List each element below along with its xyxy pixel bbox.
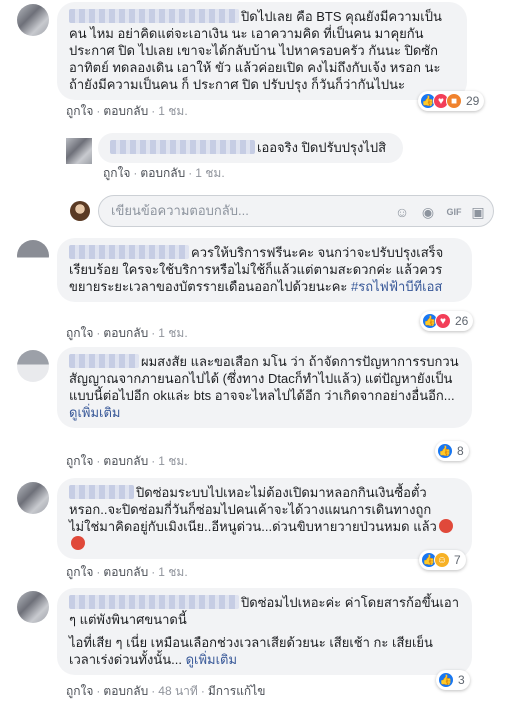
reaction-summary[interactable]: 👍 ☺ 7 (419, 550, 466, 570)
comment-bubble: ปิดซ่อมระบบไปเหอะไม่ต้องเปิดมาหลอกกินเงิ… (57, 478, 472, 559)
comment-text: เออจริง ปิดปรับปรุงไปสิ (257, 140, 387, 155)
commenter-name[interactable] (69, 595, 239, 609)
reaction-summary[interactable]: 👍 3 (436, 670, 470, 690)
timestamp[interactable]: 1 ชม. (158, 454, 187, 468)
avatar[interactable] (66, 138, 92, 164)
reply-link[interactable]: ตอบกลับ (140, 166, 185, 180)
see-more-link[interactable]: ดูเพิ่มเติม (186, 652, 237, 667)
edited-label[interactable]: มีการแก้ไข (208, 684, 266, 698)
reaction-count: 3 (458, 673, 465, 687)
avatar[interactable] (17, 591, 49, 623)
reply-input[interactable] (111, 203, 411, 218)
love-reaction-icon: ♥ (435, 313, 451, 329)
avatar[interactable] (17, 4, 49, 36)
comment-bubble: ควรให้บริการฟรีนะคะ จนกว่าจะปรับปรุงเสร็… (57, 238, 472, 302)
timestamp[interactable]: 1 ชม. (158, 326, 187, 340)
see-more-link[interactable]: ดูเพิ่มเติม (69, 405, 120, 420)
reaction-count: 7 (454, 553, 461, 567)
hashtag-link[interactable]: #รถไฟฟ้าบีทีเอส (351, 279, 442, 294)
reaction-summary[interactable]: 👍 ♥ 26 (420, 311, 474, 331)
timestamp[interactable]: 48 นาที (158, 684, 198, 698)
avatar[interactable] (17, 350, 49, 382)
comment-bubble: ผมสงสัย และขอเสือก มโน ว่า ถ้าจัดการปัญห… (57, 347, 472, 428)
reply-link[interactable]: ตอบกลับ (103, 326, 148, 340)
comment-actions: ถูกใจ · ตอบกลับ · 48 นาที · มีการแก้ไข (66, 684, 266, 698)
reply-link[interactable]: ตอบกลับ (103, 684, 148, 698)
camera-icon[interactable]: ◉ (419, 203, 437, 221)
commenter-name[interactable] (69, 245, 189, 259)
commenter-name[interactable] (110, 140, 255, 154)
like-link[interactable]: ถูกใจ (66, 454, 93, 468)
timestamp[interactable]: 1 ชม. (158, 565, 187, 579)
comment-actions: ถูกใจ · ตอบกลับ · 1 ชม. (66, 565, 188, 579)
sticker-icon[interactable]: ▣ (469, 203, 487, 221)
reply-link[interactable]: ตอบกลับ (103, 565, 148, 579)
reaction-count: 26 (455, 314, 469, 328)
comment-bubble: เออจริง ปิดปรับปรุงไปสิ (98, 133, 403, 163)
reply-box[interactable]: ☺ ◉ GIF ▣ (98, 195, 494, 227)
timestamp[interactable]: 1 ชม. (195, 166, 224, 180)
angry-emoji-icon (71, 536, 85, 550)
like-reaction-icon: 👍 (437, 443, 453, 459)
comment-actions: ถูกใจ · ตอบกลับ · 1 ชม. (103, 166, 225, 180)
reaction-count: 8 (457, 444, 464, 458)
angry-reaction-icon: ■ (446, 93, 462, 109)
angry-emoji-icon (438, 519, 453, 533)
like-link[interactable]: ถูกใจ (66, 684, 93, 698)
like-link[interactable]: ถูกใจ (66, 326, 93, 340)
commenter-name[interactable] (69, 485, 134, 499)
gif-icon[interactable]: GIF (445, 203, 463, 221)
timestamp[interactable]: 1 ชม. (158, 104, 187, 118)
avatar[interactable] (17, 482, 49, 514)
like-link[interactable]: ถูกใจ (66, 104, 93, 118)
like-link[interactable]: ถูกใจ (66, 565, 93, 579)
reply-link[interactable]: ตอบกลับ (103, 104, 148, 118)
commenter-name[interactable] (69, 9, 239, 23)
reaction-summary[interactable]: 👍 8 (435, 441, 469, 461)
smiley-icon[interactable]: ☺ (393, 203, 411, 221)
like-reaction-icon: 👍 (438, 672, 454, 688)
avatar[interactable] (70, 201, 90, 221)
comment-actions: ถูกใจ · ตอบกลับ · 1 ชม. (66, 104, 188, 118)
reply-link[interactable]: ตอบกลับ (103, 454, 148, 468)
comment-actions: ถูกใจ · ตอบกลับ · 1 ชม. (66, 454, 188, 468)
comment-actions: ถูกใจ · ตอบกลับ · 1 ชม. (66, 326, 188, 340)
avatar[interactable] (17, 240, 49, 272)
comment-bubble: ปิดไปเลย คือ BTS คุณยังมีความเป็นคน ไหม … (57, 2, 467, 100)
comment-text-paragraph: ไอที่เสีย ๆ เนี่ย เหมือนเลือกช่วงเวลาเสี… (69, 635, 433, 667)
reaction-summary[interactable]: 👍 ♥ ■ 29 (418, 91, 485, 111)
like-link[interactable]: ถูกใจ (103, 166, 130, 180)
haha-reaction-icon: ☺ (434, 552, 450, 568)
comment-bubble: ปิดซ่อมไปเหอะค่ะ ค่าโดยสารก้อขึ้นเอา ๆ แ… (57, 588, 472, 675)
commenter-name[interactable] (69, 354, 139, 368)
reaction-count: 29 (466, 94, 480, 108)
